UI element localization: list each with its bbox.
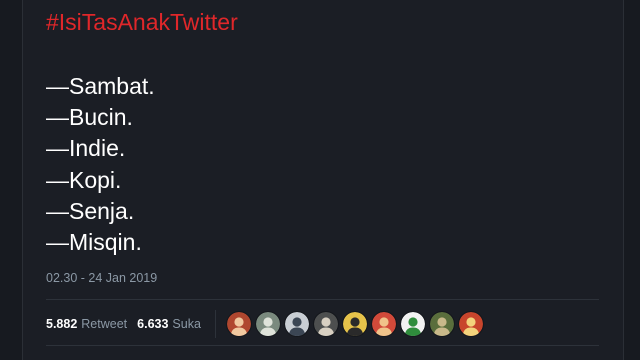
tweet-line: —Indie.: [46, 135, 126, 162]
tweet-text: —Sambat. —Bucin. —Indie. —Kopi. —Senja. …: [46, 71, 155, 258]
like-label: Suka: [172, 317, 201, 331]
divider: [46, 345, 599, 346]
tweet-timestamp[interactable]: 02.30 - 24 Jan 2019: [46, 270, 157, 286]
user-avatar-icon[interactable]: [313, 312, 338, 336]
user-avatar-icon[interactable]: [342, 312, 367, 336]
tweet-line: —Bucin.: [46, 104, 133, 131]
user-avatar-icon[interactable]: [400, 312, 425, 336]
user-avatar-icon[interactable]: [284, 312, 309, 336]
tweet-line: —Sambat.: [46, 73, 155, 99]
tweet-panel: #IsiTasAnakTwitter —Sambat. —Bucin. —Ind…: [22, 0, 624, 360]
like-count: 6.633: [137, 317, 169, 331]
stats-separator: [214, 310, 216, 338]
user-avatar-icon[interactable]: [255, 312, 280, 336]
retweet-count: 5.882: [46, 317, 78, 331]
liker-avatars: [226, 312, 488, 336]
user-avatar-icon[interactable]: [458, 312, 483, 336]
tweet-line: —Senja.: [46, 197, 135, 224]
user-avatar-icon[interactable]: [429, 312, 454, 336]
tweet-stats: 5.882 Retweet 6.633 Suka: [46, 310, 606, 338]
tweet-line: —Misqin.: [46, 228, 142, 255]
user-avatar-icon[interactable]: [371, 312, 396, 336]
likes-stat[interactable]: 6.633 Suka: [137, 317, 201, 331]
user-avatar-icon[interactable]: [226, 312, 251, 336]
retweets-stat[interactable]: 5.882 Retweet: [46, 317, 127, 331]
hashtag-link[interactable]: #IsiTasAnakTwitter: [46, 8, 238, 36]
tweet-line: —Kopi.: [46, 166, 122, 193]
divider: [46, 299, 599, 300]
retweet-label: Retweet: [81, 317, 128, 331]
